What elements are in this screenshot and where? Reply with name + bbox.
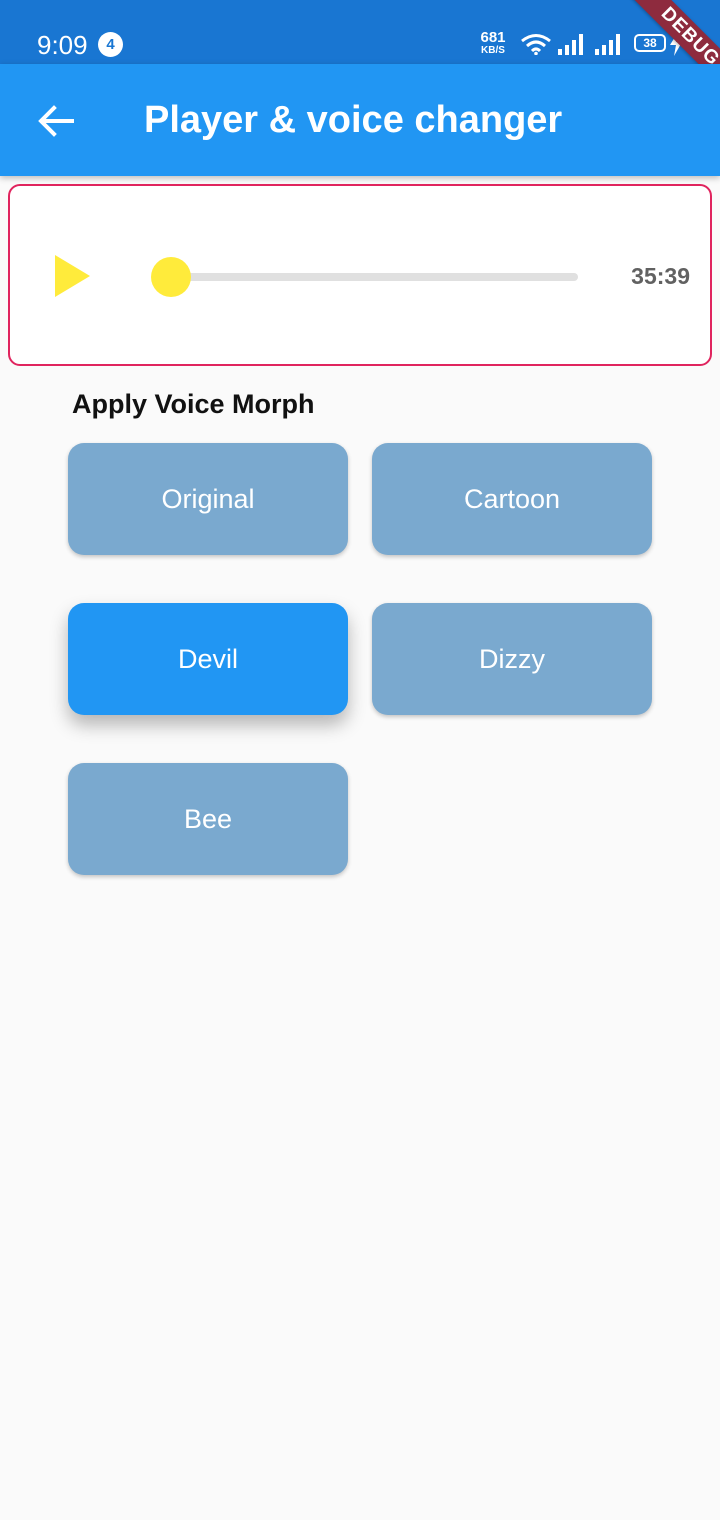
battery-icon: 38 <box>634 34 666 52</box>
wifi-icon <box>521 34 551 55</box>
cartoon-voice-button[interactable]: Cartoon <box>372 443 652 555</box>
status-time: 9:09 <box>37 30 88 60</box>
arrow-back-icon[interactable] <box>36 101 76 141</box>
page-title: Player & voice changer <box>144 99 563 141</box>
notification-count-badge: 4 <box>98 32 123 57</box>
network-speed-value: 681 <box>480 29 506 46</box>
devil-voice-button[interactable]: Devil <box>68 603 348 715</box>
play-icon[interactable] <box>52 253 92 299</box>
signal-icon <box>595 34 620 55</box>
dizzy-voice-button[interactable]: Dizzy <box>372 603 652 715</box>
duration-label: 35:39 <box>631 263 690 289</box>
original-voice-button[interactable]: Original <box>68 443 348 555</box>
bee-voice-button[interactable]: Bee <box>68 763 348 875</box>
signal-icon <box>558 34 583 55</box>
status-bar: 9:09 4 681 KB/S 38 <box>0 0 720 64</box>
network-speed: 681 KB/S <box>478 30 508 56</box>
seek-bar-thumb[interactable] <box>151 257 191 297</box>
network-speed-unit: KB/S <box>481 45 505 56</box>
seek-bar-track[interactable] <box>172 273 578 281</box>
voice-morph-heading: Apply Voice Morph <box>72 389 315 419</box>
app-bar: Player & voice changer <box>0 64 720 176</box>
audio-player-card: 35:39 <box>8 184 712 366</box>
